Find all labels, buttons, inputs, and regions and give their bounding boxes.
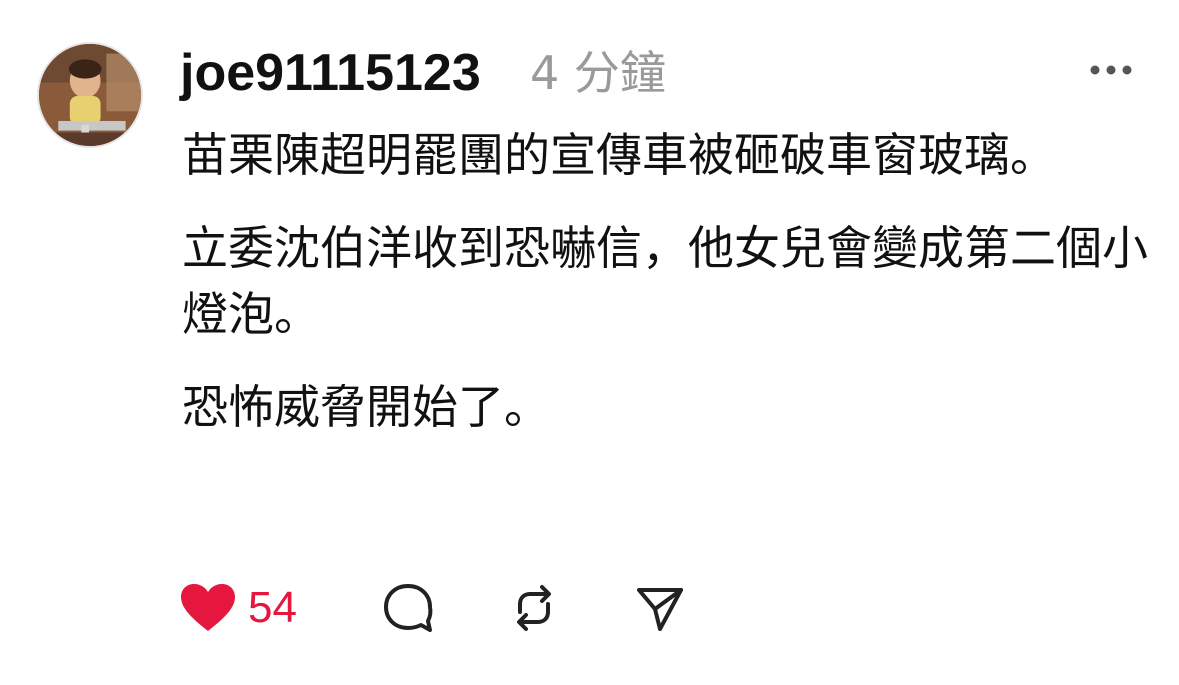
avatar[interactable] <box>37 42 143 148</box>
heart-icon <box>181 584 235 631</box>
post-paragraph-2: 立委沈伯洋收到恐嚇信，他女兒會變成第二個小燈泡。 <box>182 221 1148 341</box>
repost-button[interactable] <box>508 578 560 638</box>
post-timestamp: 4 分鐘 <box>530 46 666 100</box>
avatar-image <box>39 44 141 146</box>
post-actions-bar: 54 <box>180 578 740 638</box>
post-paragraph-3: 恐怖威脅開始了。 <box>182 380 550 434</box>
like-count: 54 <box>248 583 297 632</box>
username[interactable]: joe91115123 <box>180 38 481 108</box>
post-paragraph-1: 苗栗陳超明罷團的宣傳車被砸破車窗玻璃。 <box>182 128 1056 182</box>
comment-icon <box>384 584 433 632</box>
post-body: 苗栗陳超明罷團的宣傳車被砸破車窗玻璃。 立委沈伯洋收到恐嚇信，他女兒會變成第二個… <box>182 122 1152 467</box>
repost-icon <box>517 585 551 631</box>
like-button[interactable]: 54 <box>180 578 297 638</box>
share-icon <box>637 588 683 631</box>
more-options-button[interactable] <box>1088 60 1134 80</box>
comment-button[interactable] <box>382 578 434 638</box>
share-button[interactable] <box>634 578 686 638</box>
more-horizontal-icon <box>1090 65 1132 75</box>
